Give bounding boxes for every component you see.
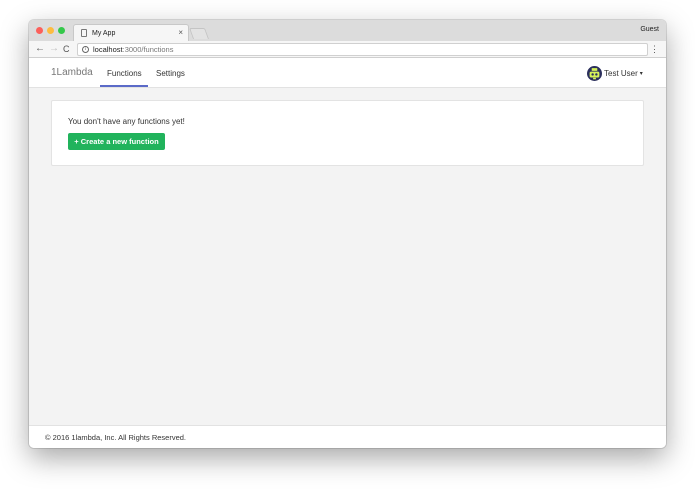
zoom-window-button[interactable] (58, 27, 65, 34)
minimize-window-button[interactable] (47, 27, 54, 34)
nav-functions[interactable]: Functions (107, 69, 142, 78)
browser-window: My App × Guest ← → C i localhost:3000/fu… (29, 20, 666, 448)
address-bar[interactable]: i localhost:3000/functions (77, 43, 648, 56)
create-function-button[interactable]: + Create a new function (68, 133, 165, 150)
profile-label[interactable]: Guest (640, 26, 659, 33)
brand-logo[interactable]: 1Lambda (51, 67, 93, 78)
caret-down-icon: ▾ (639, 71, 643, 77)
info-icon[interactable]: i (82, 46, 89, 53)
url-text[interactable]: localhost:3000/functions (93, 45, 173, 54)
browser-toolbar: ← → C i localhost:3000/functions ⋮ (29, 41, 666, 58)
functions-panel: You don't have any functions yet! + Crea… (51, 100, 644, 166)
page-footer: © 2016 1lambda, Inc. All Rights Reserved… (29, 425, 666, 448)
empty-state-message: You don't have any functions yet! (68, 117, 185, 126)
reload-button[interactable]: C (63, 43, 70, 55)
back-button[interactable]: ← (35, 43, 45, 55)
copyright-text: © 2016 1lambda, Inc. All Rights Reserved… (45, 433, 187, 442)
app-navbar: 1Lambda Functions Settings Test User ▾ (29, 58, 666, 88)
robot-avatar-icon (587, 66, 602, 81)
url-path: :3000/functions (122, 45, 174, 54)
close-window-button[interactable] (36, 27, 43, 34)
nav-settings[interactable]: Settings (156, 69, 185, 78)
browser-menu-button[interactable]: ⋮ (650, 43, 659, 55)
browser-tab[interactable]: My App × (73, 24, 189, 41)
forward-button[interactable]: → (49, 43, 59, 55)
url-host: localhost (93, 45, 123, 54)
tab-strip: My App × Guest (29, 20, 666, 41)
tab-title: My App (92, 29, 116, 37)
page-icon (81, 29, 87, 37)
active-nav-indicator (100, 85, 148, 87)
new-tab-button[interactable] (188, 28, 210, 39)
user-name: Test User (604, 69, 638, 78)
user-menu[interactable]: Test User ▾ (587, 66, 643, 81)
tab-close-icon[interactable]: × (178, 29, 183, 37)
